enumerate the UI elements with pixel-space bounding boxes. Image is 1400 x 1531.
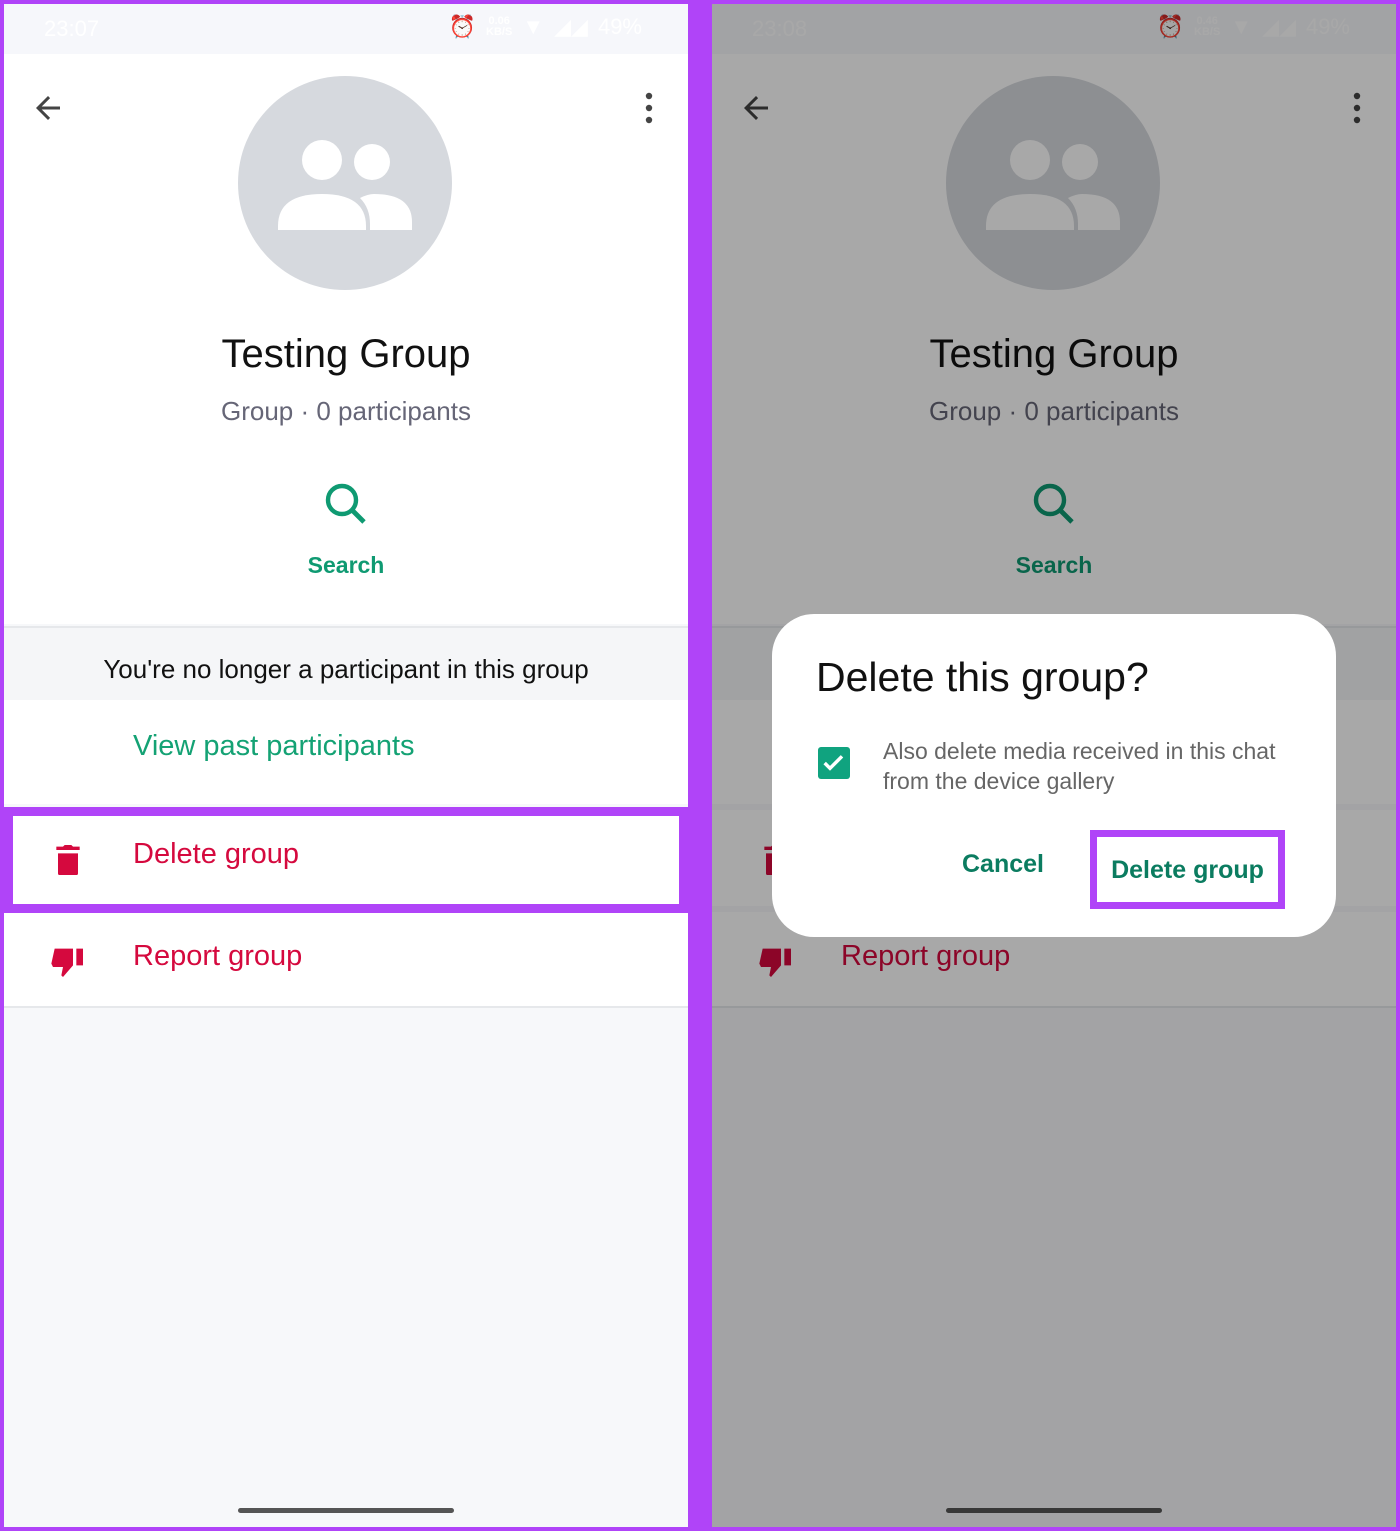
view-past-participants-button[interactable]: View past participants xyxy=(4,700,688,804)
delete-group-dialog: Delete this group? Also delete media rec… xyxy=(772,614,1336,937)
delete-media-checkbox[interactable] xyxy=(818,747,850,779)
status-bar: 23:07 ⏰ 0.06 KB/S ▼ ◢◢ 49% xyxy=(4,4,688,54)
highlight-box xyxy=(4,807,688,913)
back-arrow-icon[interactable] xyxy=(30,90,66,126)
report-group-button[interactable]: Report group xyxy=(4,912,688,1008)
search-label: Search xyxy=(307,552,385,578)
status-time: 23:07 xyxy=(44,16,100,41)
view-past-participants-label: View past participants xyxy=(133,730,415,762)
group-name: Testing Group xyxy=(221,332,471,376)
group-header: Testing Group Group · 0 participants Sea… xyxy=(4,54,688,624)
home-indicator[interactable] xyxy=(238,1508,454,1513)
checkmark-icon xyxy=(823,755,844,771)
group-info-screen-with-dialog: Testing Group Group · 0 participants Sea… xyxy=(712,4,1396,1527)
signal-icon: ◢◢ xyxy=(554,14,588,39)
report-group-label: Report group xyxy=(133,940,303,972)
network-speed: 0.06 KB/S xyxy=(486,16,512,38)
delete-media-label: Also delete media received in this chat … xyxy=(883,738,1276,794)
more-options-icon[interactable] xyxy=(634,88,664,128)
confirm-delete-group-button[interactable]: Delete group xyxy=(1090,830,1285,909)
cancel-button[interactable]: Cancel xyxy=(962,850,1044,879)
group-info-screen: 23:07 ⏰ 0.06 KB/S ▼ ◢◢ 49% Testing Group … xyxy=(4,4,688,1527)
dialog-title: Delete this group? xyxy=(816,654,1149,700)
group-icon xyxy=(278,140,412,230)
group-subtitle: Group · 0 participants xyxy=(220,396,471,426)
search-button[interactable]: Search xyxy=(286,472,406,592)
thumbs-down-icon xyxy=(51,948,83,977)
battery-level: 49% xyxy=(597,14,642,39)
not-participant-notice: You're no longer a participant in this g… xyxy=(4,626,688,700)
alarm-icon: ⏰ xyxy=(448,14,477,39)
speed-unit: KB/S xyxy=(486,26,513,38)
search-icon xyxy=(325,483,366,524)
group-avatar[interactable] xyxy=(238,76,452,290)
wifi-icon: ▼ xyxy=(522,14,545,39)
